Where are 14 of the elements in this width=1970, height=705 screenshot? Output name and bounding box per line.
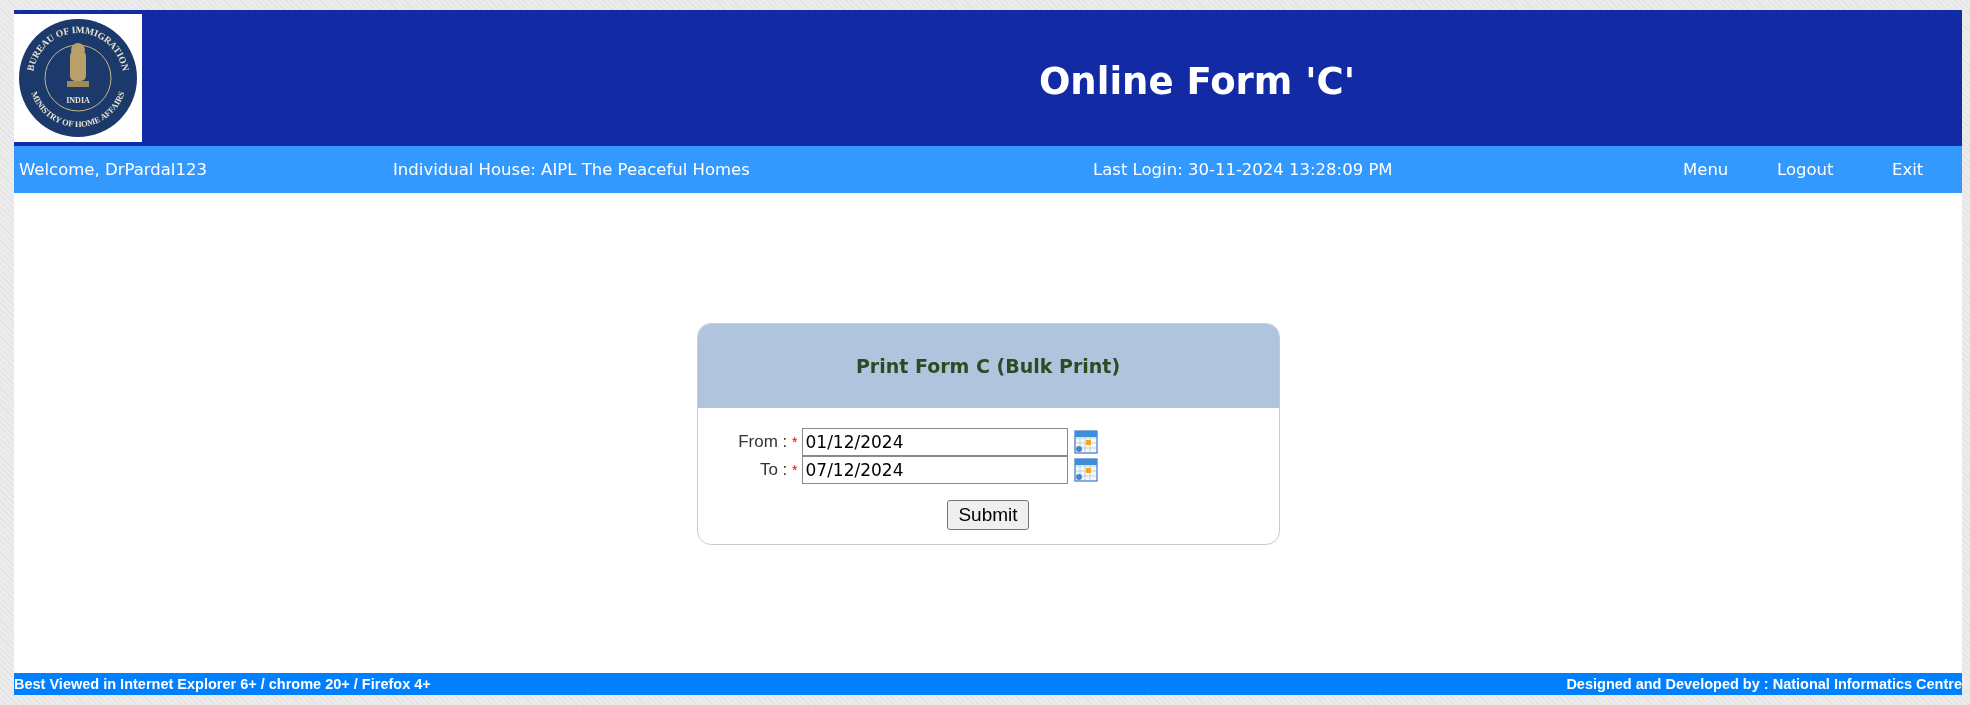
field-label: To : * (758, 460, 799, 480)
field-label: From : * (737, 432, 799, 452)
calendar-icon[interactable] (1073, 430, 1098, 454)
submit-button[interactable]: Submit (947, 500, 1029, 530)
house-text: Individual House: AIPL The Peaceful Homes (393, 160, 751, 179)
calendar-icon[interactable] (1073, 458, 1098, 482)
browser-note: Best Viewed in Internet Explorer 6+ / chrome 20+ / Firefox 4+ (14, 676, 431, 692)
welcome-text: Welcome, DrPardal123 (19, 160, 208, 179)
last-login-text: Last Login: 30-11-2024 13:28:09 PM (1093, 160, 1394, 179)
card-title: Print Form C (Bulk Print) (855, 355, 1121, 377)
developer-credit: Designed and Developed by : National Informatics Centre (1566, 676, 1962, 692)
page-title: Online Form 'C' (1037, 59, 1357, 103)
date-field[interactable]: 01/12/2024 (801, 428, 1068, 456)
date-field[interactable]: 07/12/2024 (801, 456, 1068, 484)
